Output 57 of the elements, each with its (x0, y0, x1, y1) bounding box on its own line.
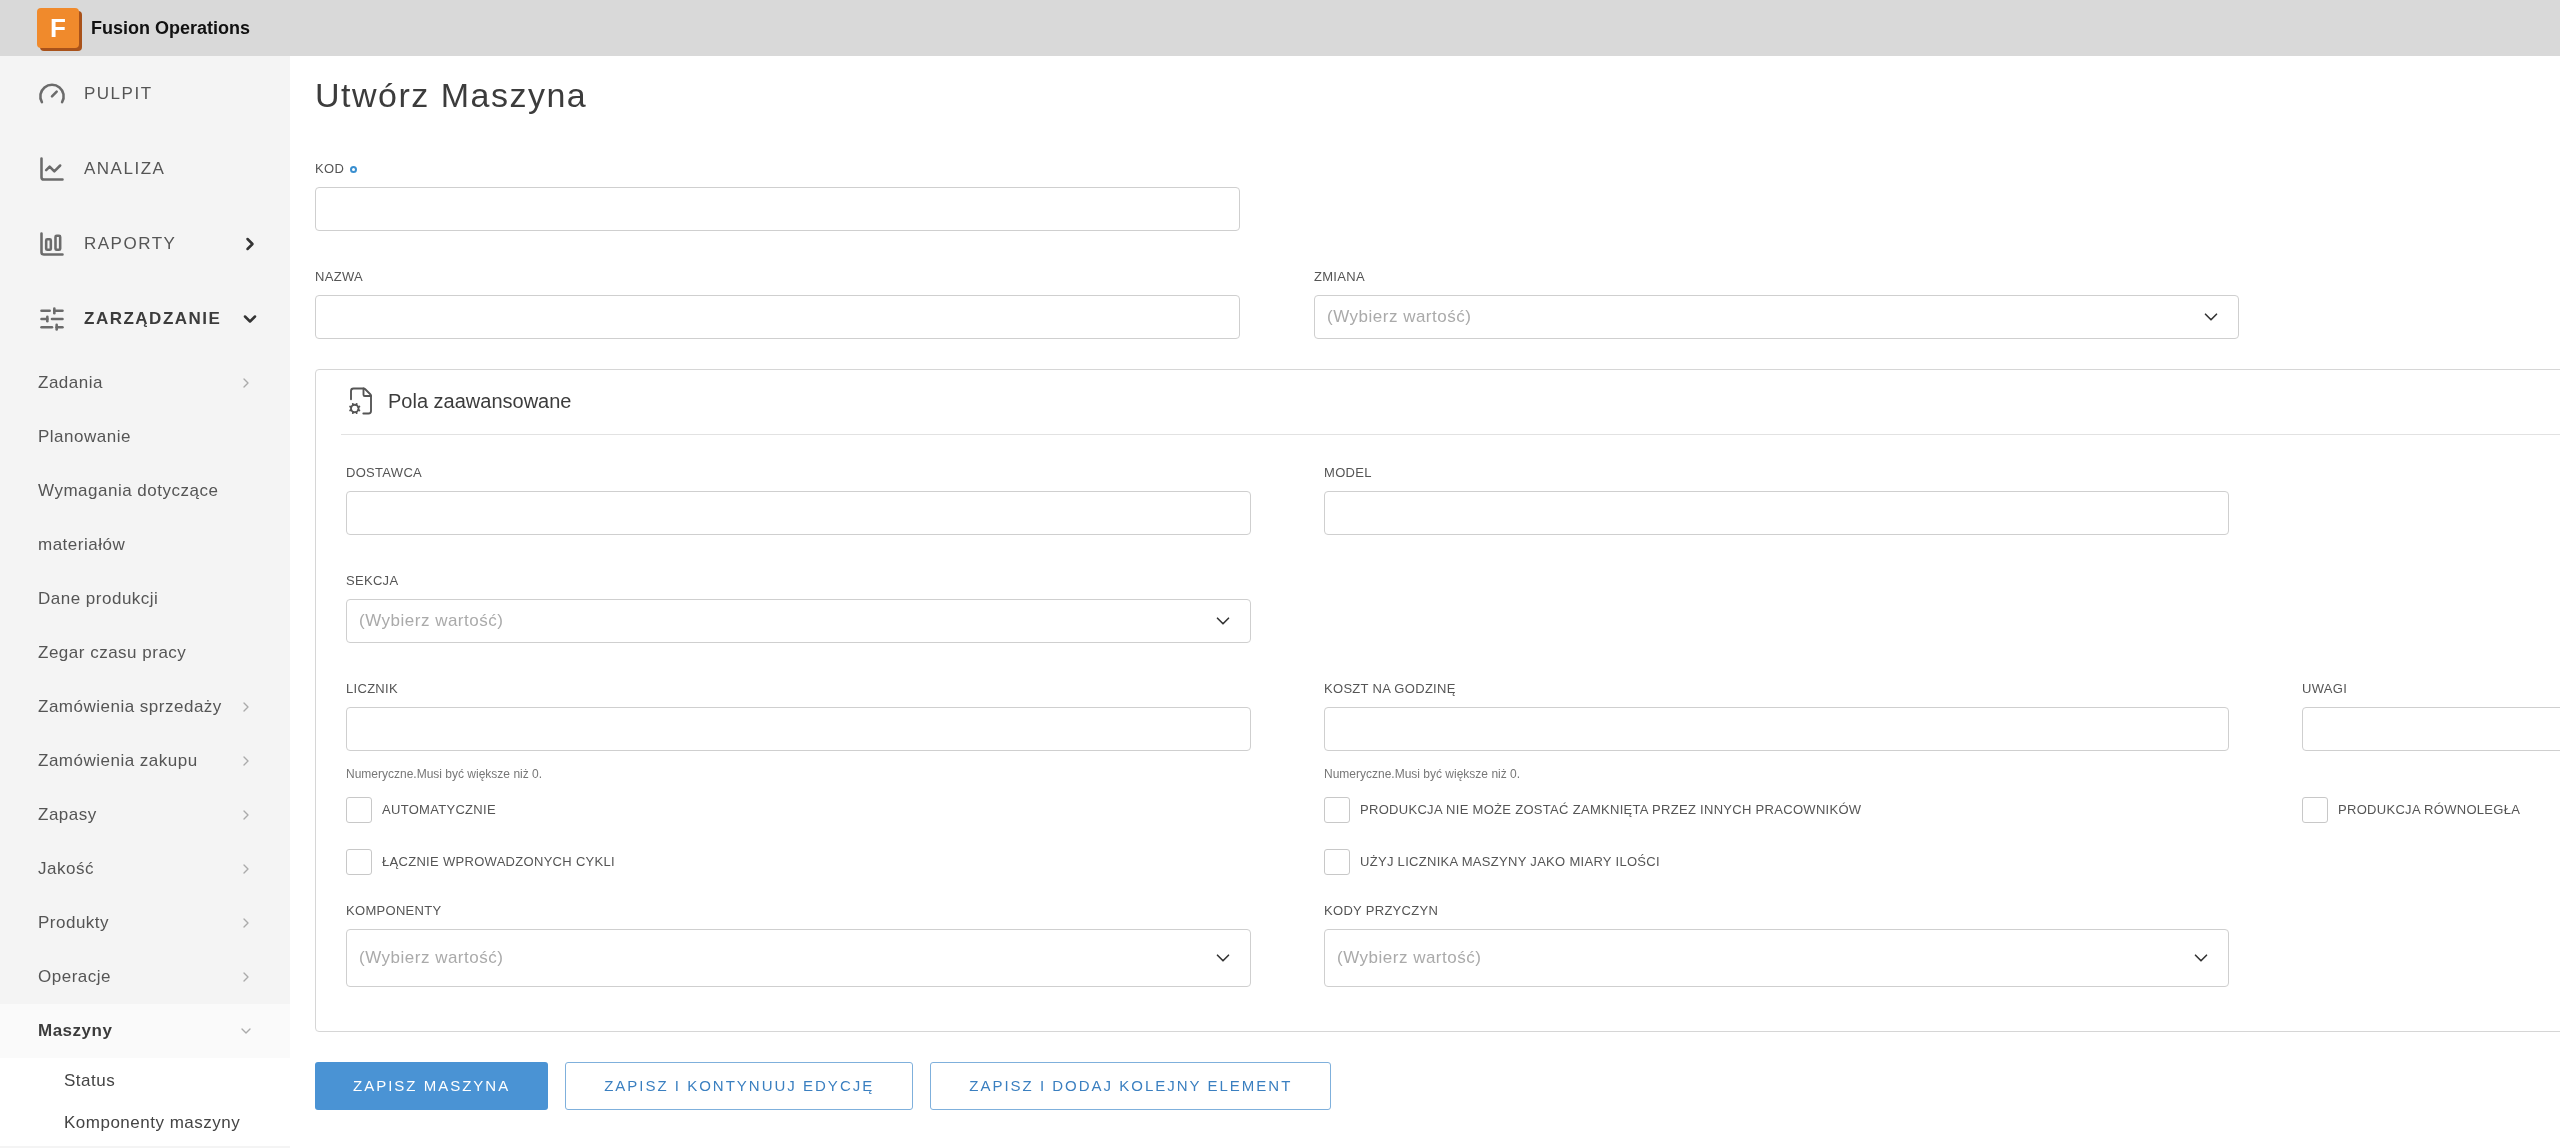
text-field[interactable] (1324, 491, 2229, 535)
field-label: LICZNIK (346, 680, 398, 699)
checkbox-label: AUTOMATYCZNIE (382, 801, 496, 820)
nav-item[interactable]: Zadania (0, 356, 290, 410)
field-label: UWAGI (2302, 680, 2348, 699)
text-field[interactable] (346, 491, 1251, 535)
field-label: DOSTAWCA (346, 464, 423, 483)
field-label: MODEL (1324, 464, 1372, 483)
field-label: NAZWA (315, 268, 363, 287)
nav-item[interactable]: Zegar czasu pracy (0, 626, 290, 680)
required-icon (350, 165, 358, 173)
field-label: KOSZT NA GODZINĘ (1324, 680, 1456, 699)
page-title: Utwórz Maszyna (315, 75, 589, 116)
nav-item[interactable]: ANALIZA (0, 131, 290, 206)
nav-item[interactable]: Dane produkcji (0, 572, 290, 626)
hint-text: Numeryczne.Musi być większe niż 0. (346, 766, 544, 783)
text-field[interactable] (315, 295, 1240, 339)
field-label: KOD (315, 160, 345, 179)
nav-item[interactable]: Zamówienia zakupu (0, 734, 290, 788)
sliders-icon (38, 304, 66, 333)
checkbox[interactable] (346, 849, 372, 875)
checkbox[interactable] (346, 797, 372, 823)
nav-item[interactable]: Zamówienia sprzedaży (0, 680, 290, 734)
field-label: KODY PRZYCZYN (1324, 902, 1439, 921)
bar-chart-icon (38, 229, 66, 258)
nav-item[interactable]: Planowanie (0, 410, 290, 464)
nav-item[interactable]: RAPORTY (0, 206, 290, 281)
line-chart-icon (38, 154, 66, 183)
panel-title: Pola zaawansowane (388, 389, 572, 414)
nav-item[interactable]: PULPIT (0, 56, 290, 131)
nav-item[interactable]: Jakość (0, 842, 290, 896)
nav-item[interactable]: Wymagania dotyczące materiałów (0, 464, 290, 572)
checkbox[interactable] (1324, 797, 1350, 823)
nav-item[interactable]: Maszyny (0, 1004, 290, 1058)
checkbox-label: ŁĄCZNIE WPROWADZONYCH CYKLI (382, 853, 615, 872)
nav-item[interactable]: Produkty (0, 896, 290, 950)
checkbox-label: PRODUKCJA NIE MOŻE ZOSTAĆ ZAMKNIĘTA PRZEZ INNYCH PRACOWNIKÓW (1360, 801, 1862, 820)
nav-item[interactable]: Status (0, 1060, 290, 1102)
app-logo: F (37, 8, 79, 48)
field-label: KOMPONENTY (346, 902, 442, 921)
save-button[interactable]: ZAPISZ I KONTYNUUJ EDYCJĘ (565, 1062, 914, 1110)
text-field[interactable] (1324, 707, 2229, 751)
checkbox-label: UŻYJ LICZNIKA MASZYNY JAKO MIARY ILOŚCI (1360, 853, 1660, 872)
nav-item[interactable]: Komponenty maszyny (0, 1102, 290, 1144)
hint-text: Numeryczne.Musi być większe niż 0. (1324, 766, 1522, 783)
nav-item[interactable]: Zapasy (0, 788, 290, 842)
text-field[interactable] (315, 187, 1240, 231)
save-button[interactable]: ZAPISZ I DODAJ KOLEJNY ELEMENT (930, 1062, 1332, 1110)
field-label: SEKCJA (346, 572, 399, 591)
checkbox[interactable] (2302, 797, 2328, 823)
text-field[interactable] (346, 707, 1251, 751)
nav-item[interactable]: Operacje (0, 950, 290, 1004)
nav-item[interactable]: ZARZĄDZANIE (0, 281, 290, 356)
field-label: ZMIANA (1314, 268, 1365, 287)
app-name: Fusion Operations (91, 16, 250, 40)
checkbox-label: PRODUKCJA RÓWNOLEGŁA (2338, 801, 2521, 820)
checkbox[interactable] (1324, 849, 1350, 875)
